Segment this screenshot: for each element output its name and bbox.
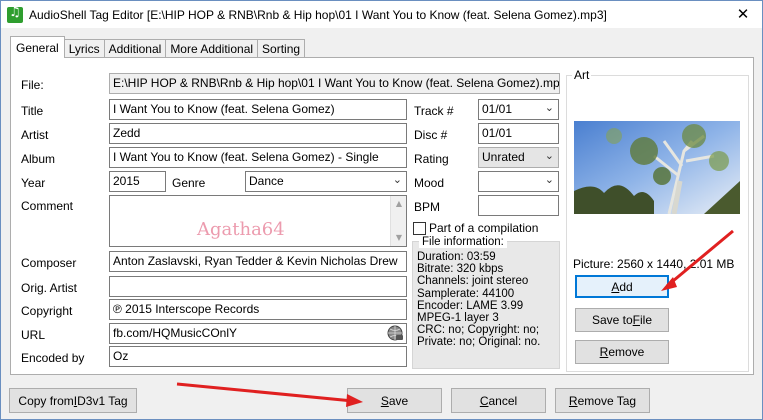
album-art-image[interactable] <box>574 121 740 214</box>
composer-input[interactable]: Anton Zaslavski, Ryan Tedder & Kevin Nic… <box>109 251 407 272</box>
file-label: File: <box>21 78 44 92</box>
composer-label: Composer <box>21 256 77 270</box>
chevron-down-icon: ⌄ <box>544 173 554 186</box>
add-art-button[interactable]: Add <box>575 275 669 298</box>
file-info-line: Private: no; Original: no. <box>417 336 541 349</box>
bpm-input[interactable] <box>478 195 559 216</box>
album-label: Album <box>21 152 56 166</box>
genre-label: Genre <box>172 176 206 190</box>
file-information-lines: Duration: 03:59 Bitrate: 320 kbps Channe… <box>417 251 540 349</box>
remove-art-button[interactable]: Remove <box>575 340 669 364</box>
globe-link-icon[interactable] <box>387 325 404 342</box>
file-info-line: Bitrate: 320 kbps <box>417 263 504 276</box>
encoded-by-input[interactable]: Oz <box>109 346 407 367</box>
track-value: 01/01 <box>482 102 513 116</box>
save-button[interactable]: Save <box>347 388 442 413</box>
file-info-line: CRC: no; Copyright: no; <box>417 324 540 337</box>
title-label: Title <box>21 104 44 118</box>
rating-label: Rating <box>414 152 449 166</box>
close-icon[interactable]: ✕ <box>732 4 754 24</box>
comment-scrollbar[interactable]: ▲ ▼ <box>390 196 406 246</box>
save-art-to-file-button[interactable]: Save to File <box>575 308 669 332</box>
album-input[interactable]: I Want You to Know (feat. Selena Gomez) … <box>109 147 407 168</box>
file-info-line: Samplerate: 44100 <box>417 287 515 300</box>
encoded-by-label: Encoded by <box>21 351 85 365</box>
window-title: AudioShell Tag Editor [E:\HIP HOP & RNB\… <box>29 7 607 22</box>
year-input[interactable]: 2015 <box>109 171 166 192</box>
file-info-line: Encoder: LAME 3.99 <box>417 299 524 312</box>
tab-lyrics[interactable]: Lyrics <box>63 39 105 58</box>
tag-editor-window: AudioShell Tag Editor [E:\HIP HOP & RNB\… <box>0 0 763 420</box>
artist-input[interactable]: Zedd <box>109 123 407 144</box>
artist-label: Artist <box>21 128 49 142</box>
bpm-label: BPM <box>414 200 441 214</box>
file-info-line: MPEG-1 layer 3 <box>417 312 499 325</box>
scroll-up-icon[interactable]: ▲ <box>391 196 407 212</box>
tab-more-additional[interactable]: More Additional <box>165 39 259 58</box>
year-label: Year <box>21 176 46 190</box>
tab-additional[interactable]: Additional <box>103 39 167 58</box>
title-input[interactable]: I Want You to Know (feat. Selena Gomez) <box>109 99 407 120</box>
rating-value: Unrated <box>482 150 525 164</box>
scroll-down-icon[interactable]: ▼ <box>391 230 407 246</box>
tab-bar: General Lyrics Additional More Additiona… <box>10 36 306 58</box>
track-label: Track # <box>414 104 454 118</box>
copy-from-id3v1-button[interactable]: Copy from I D3v1 Tag <box>9 388 137 413</box>
copyright-label: Copyright <box>21 304 73 318</box>
tab-general[interactable]: General <box>10 36 65 58</box>
copyright-input[interactable]: ℗ 2015 Interscope Records <box>109 299 407 320</box>
file-path-field: E:\HIP HOP & RNB\Rnb & Hip hop\01 I Want… <box>109 73 560 94</box>
genre-select[interactable]: Dance ⌄ <box>245 171 407 192</box>
compilation-checkbox[interactable] <box>413 222 426 235</box>
track-select[interactable]: 01/01 ⌄ <box>478 99 559 120</box>
url-value: fb.com/HQMusicCOnlY <box>113 326 238 340</box>
disc-label: Disc # <box>414 128 448 142</box>
cancel-button[interactable]: Cancel <box>451 388 546 413</box>
chevron-down-icon: ⌄ <box>392 173 402 186</box>
art-group-title: Art <box>572 68 592 82</box>
watermark-text: Agatha64 <box>197 219 285 240</box>
mood-select[interactable]: ⌄ <box>478 171 559 192</box>
url-label: URL <box>21 328 46 342</box>
title-bar[interactable]: AudioShell Tag Editor [E:\HIP HOP & RNB\… <box>1 1 762 28</box>
orig-artist-label: Orig. Artist <box>21 281 78 295</box>
genre-value: Dance <box>249 174 284 188</box>
file-info-line: Channels: joint stereo <box>417 275 529 288</box>
rating-select[interactable]: Unrated ⌄ <box>478 147 559 168</box>
tab-sorting[interactable]: Sorting <box>257 39 306 58</box>
app-music-icon <box>7 5 23 23</box>
remove-tag-button[interactable]: Remove Tag <box>555 388 650 413</box>
comment-label: Comment <box>21 199 74 213</box>
mood-label: Mood <box>414 176 445 190</box>
file-info-line: Duration: 03:59 <box>417 251 496 263</box>
compilation-label: Part of a compilation <box>429 221 539 235</box>
url-input[interactable]: fb.com/HQMusicCOnlY <box>109 323 407 344</box>
picture-info: Picture: 2560 x 1440, 2.01 MB <box>573 257 735 271</box>
chevron-down-icon: ⌄ <box>544 101 554 114</box>
chevron-down-icon: ⌄ <box>544 149 554 162</box>
disc-input[interactable]: 01/01 <box>478 123 559 144</box>
file-information-title: File information: <box>419 236 507 248</box>
arrow-to-save-button <box>176 382 354 403</box>
orig-artist-input[interactable] <box>109 276 407 297</box>
